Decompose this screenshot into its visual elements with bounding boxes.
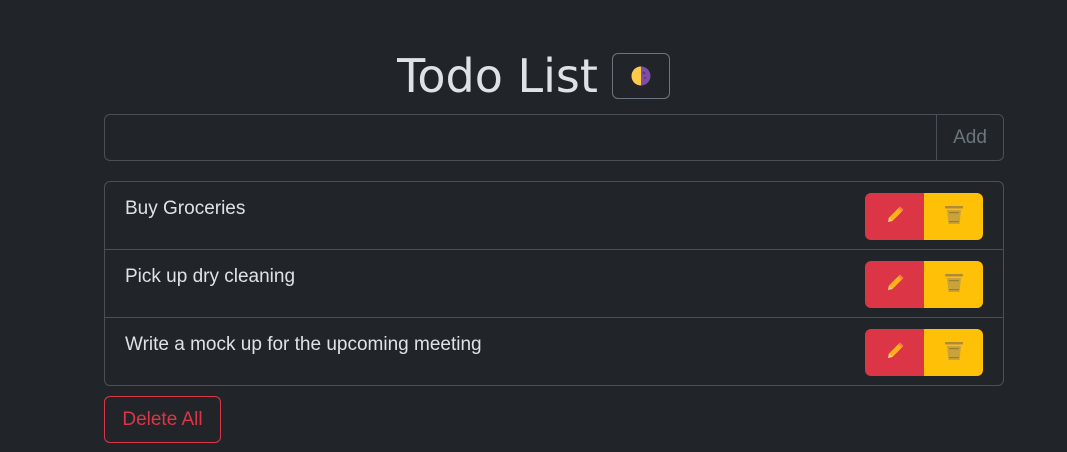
add-todo-form: Add — [104, 114, 1004, 161]
delete-all-button[interactable]: Delete All — [104, 396, 221, 443]
item-actions — [865, 261, 983, 308]
edit-button[interactable] — [865, 261, 924, 308]
delete-button[interactable] — [924, 261, 983, 308]
list-item: Pick up dry cleaning — [105, 250, 1003, 318]
trash-icon — [944, 340, 964, 365]
todo-text: Pick up dry cleaning — [125, 266, 296, 287]
trash-icon — [944, 204, 964, 229]
pencil-icon — [885, 341, 905, 364]
pencil-icon — [885, 273, 905, 296]
pencil-icon — [885, 205, 905, 228]
header: Todo List — [0, 46, 1067, 106]
half-moon-icon — [630, 65, 652, 87]
item-actions — [865, 329, 983, 376]
page-title: Todo List — [397, 49, 598, 103]
todo-text: Buy Groceries — [125, 198, 246, 219]
todo-input[interactable] — [104, 114, 936, 161]
todo-text: Write a mock up for the upcoming meeting — [125, 334, 482, 355]
delete-button[interactable] — [924, 329, 983, 376]
add-button[interactable]: Add — [936, 114, 1004, 161]
list-item: Buy Groceries — [105, 182, 1003, 250]
app-container: Todo List Add Buy Groceries Pick up dry … — [0, 0, 1067, 452]
delete-button[interactable] — [924, 193, 983, 240]
todo-list: Buy Groceries Pick up dry cleaning Write… — [104, 181, 1004, 386]
theme-toggle-button[interactable] — [611, 53, 670, 99]
edit-button[interactable] — [865, 193, 924, 240]
item-actions — [865, 193, 983, 240]
trash-icon — [944, 272, 964, 297]
list-item: Write a mock up for the upcoming meeting — [105, 318, 1003, 385]
edit-button[interactable] — [865, 329, 924, 376]
